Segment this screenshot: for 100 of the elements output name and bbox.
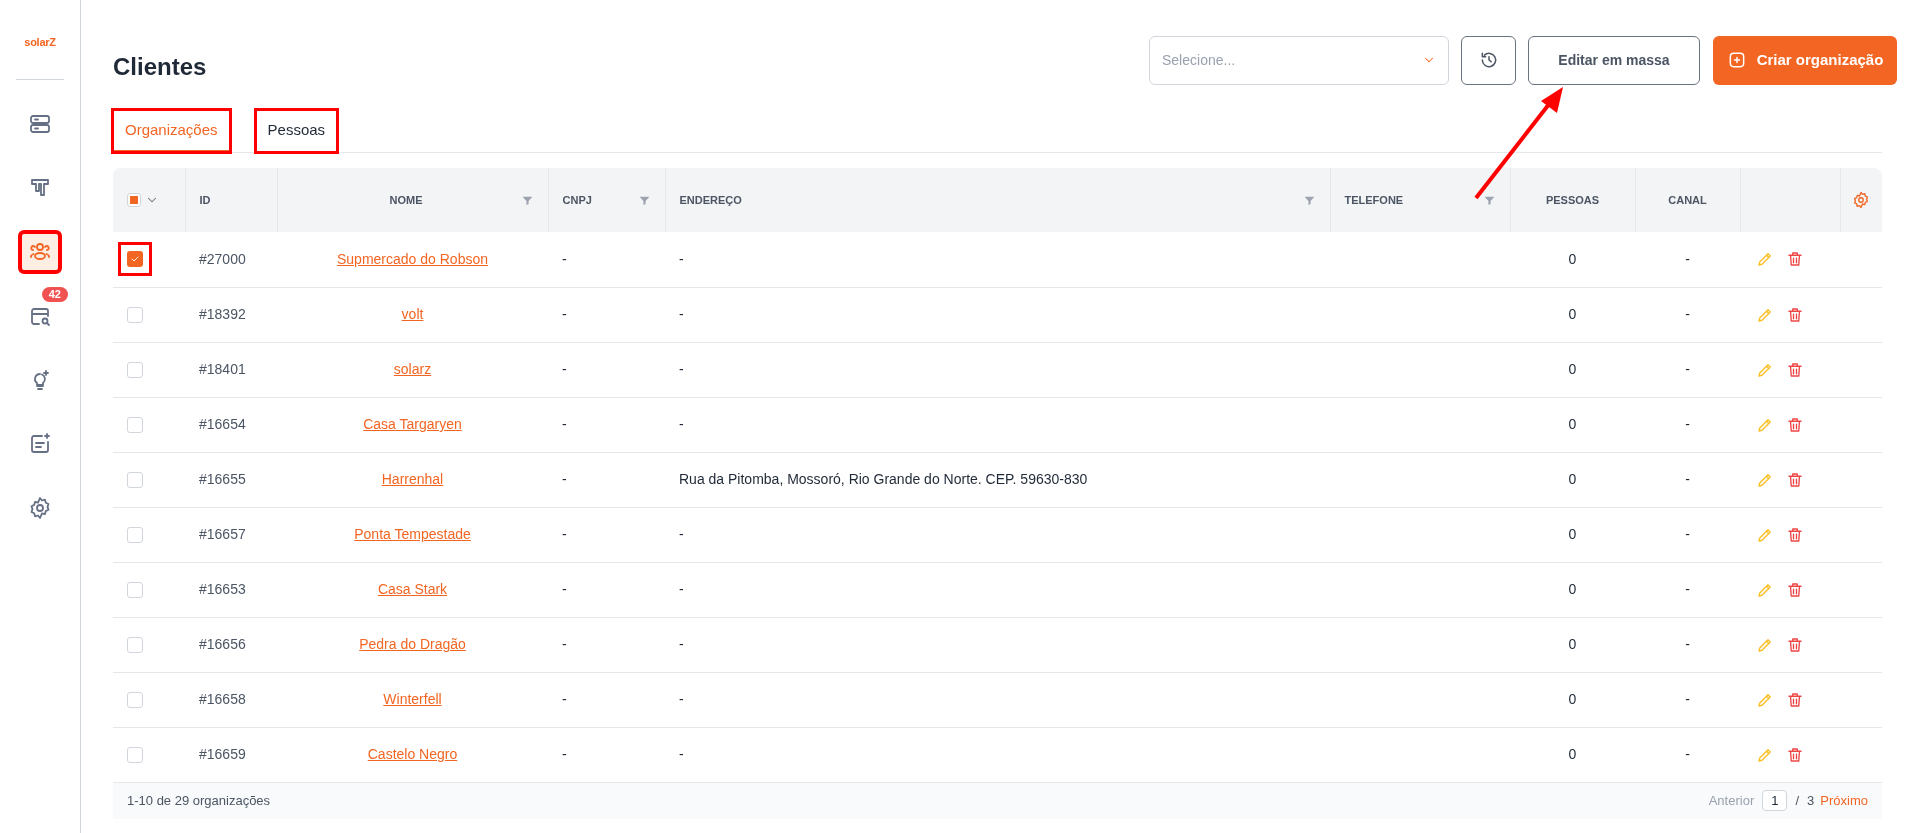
delete-button[interactable] <box>1786 745 1804 764</box>
pagination-summary: 1-10 de 29 organizações <box>127 791 271 810</box>
people-count-cell: 0 <box>1568 250 1577 267</box>
row-checkbox[interactable] <box>127 251 143 268</box>
people-count-cell: 0 <box>1568 636 1577 652</box>
delete-button[interactable] <box>1786 250 1804 269</box>
id-cell: #16658 <box>199 691 246 707</box>
row-checkbox[interactable] <box>127 581 143 598</box>
channel-cell: - <box>1685 361 1690 377</box>
delete-button[interactable] <box>1786 690 1804 709</box>
row-checkbox[interactable] <box>127 416 143 433</box>
trash-icon <box>1786 470 1804 489</box>
organization-link[interactable]: volt <box>401 306 424 322</box>
select-all-checkbox[interactable] <box>127 193 141 207</box>
next-page-button[interactable]: Próximo <box>1820 790 1868 811</box>
trash-icon <box>1786 415 1804 434</box>
channel-cell: - <box>1685 746 1690 762</box>
row-checkbox[interactable] <box>127 471 143 488</box>
delete-button[interactable] <box>1786 470 1804 489</box>
organization-link[interactable]: Pedra do Dragão <box>359 636 466 652</box>
trash-icon <box>1786 745 1804 764</box>
row-checkbox[interactable] <box>127 746 143 763</box>
sidebar-item[interactable] <box>18 229 62 274</box>
id-cell: #16659 <box>199 746 246 762</box>
people-count-cell: 0 <box>1568 471 1577 487</box>
column-header: TELEFONE <box>1344 192 1405 208</box>
cnpj-cell: - <box>562 636 567 652</box>
delete-button[interactable] <box>1786 305 1804 324</box>
organization-link[interactable]: Castelo Negro <box>367 746 458 762</box>
row-checkbox[interactable] <box>127 526 143 543</box>
address-cell: - <box>679 361 684 377</box>
row-checkbox[interactable] <box>127 691 143 708</box>
id-cell: #16656 <box>199 636 246 652</box>
row-checkbox[interactable] <box>127 636 143 653</box>
organization-link[interactable]: Casa Targaryen <box>363 416 462 432</box>
channel-cell: - <box>1685 636 1690 652</box>
channel-cell: - <box>1685 691 1690 707</box>
people-count-cell: 0 <box>1568 526 1577 542</box>
id-cell: #16654 <box>199 416 246 432</box>
page-separator: / <box>1795 791 1800 810</box>
column-header: CANAL <box>1667 192 1708 208</box>
column-header: ID <box>199 192 212 208</box>
cnpj-cell: - <box>562 306 567 322</box>
address-cell: - <box>679 250 684 267</box>
notification-badge: 42 <box>41 286 68 302</box>
organization-link[interactable]: Casa Stark <box>377 581 448 597</box>
address-cell: - <box>679 581 684 597</box>
cnpj-cell: - <box>562 471 567 487</box>
people-count-cell: 0 <box>1568 416 1577 432</box>
row-checkbox[interactable] <box>127 306 143 323</box>
logo: solarZ <box>24 35 56 50</box>
edit-button[interactable] <box>1756 250 1774 269</box>
previous-page-button[interactable]: Anterior <box>1708 790 1755 811</box>
people-count-cell: 0 <box>1568 361 1577 377</box>
row-checkbox[interactable] <box>127 361 143 378</box>
delete-button[interactable] <box>1786 525 1804 544</box>
delete-button[interactable] <box>1786 415 1804 434</box>
address-cell: - <box>679 526 684 542</box>
channel-cell: - <box>1685 471 1690 487</box>
organization-link[interactable]: Winterfell <box>383 691 442 707</box>
cnpj-cell: - <box>562 416 567 432</box>
create-organization-button[interactable]: Criar organização <box>1713 35 1897 85</box>
cnpj-cell: - <box>562 526 567 542</box>
id-cell: #18392 <box>199 306 246 322</box>
people-count-cell: 0 <box>1568 691 1577 707</box>
delete-button[interactable] <box>1786 580 1804 599</box>
delete-button[interactable] <box>1786 360 1804 379</box>
page-title: Clientes <box>113 52 207 82</box>
trash-icon <box>1786 305 1804 324</box>
bulk-edit-button[interactable]: Editar em massa <box>1528 35 1700 85</box>
id-cell: #16653 <box>199 581 246 597</box>
history-button[interactable] <box>1461 35 1516 85</box>
tab[interactable]: Pessoas <box>255 110 338 152</box>
organization-link[interactable]: Ponta Tempestade <box>354 526 471 542</box>
address-cell: - <box>679 636 684 652</box>
trash-icon <box>1786 635 1804 654</box>
column-header: PESSOAS <box>1544 192 1601 208</box>
column-header: CNPJ <box>562 192 593 208</box>
select-field[interactable]: Selecione... <box>1149 35 1449 85</box>
channel-cell: - <box>1685 250 1690 267</box>
cnpj-cell: - <box>562 691 567 707</box>
id-cell: #16655 <box>199 471 246 487</box>
organization-link[interactable]: Supmercado do Robson <box>337 250 488 267</box>
people-count-cell: 0 <box>1568 306 1577 322</box>
cnpj-cell: - <box>562 361 567 377</box>
people-count-cell: 0 <box>1568 746 1577 762</box>
trash-icon <box>1786 525 1804 544</box>
id-cell: #27000 <box>199 250 246 267</box>
address-cell: - <box>679 416 684 432</box>
tab[interactable]: Organizações <box>113 110 230 152</box>
column-header: NOME <box>388 192 424 208</box>
organization-link[interactable]: Harrenhal <box>381 471 444 487</box>
settings-icon <box>28 495 52 520</box>
channel-cell: - <box>1685 581 1690 597</box>
delete-button[interactable] <box>1786 635 1804 654</box>
channel-cell: - <box>1685 526 1690 542</box>
organization-link[interactable]: solarz <box>393 361 432 377</box>
total-pages: 3 <box>1807 791 1815 810</box>
page-number-field[interactable]: 1 <box>1762 789 1788 812</box>
note-icon <box>28 431 52 456</box>
